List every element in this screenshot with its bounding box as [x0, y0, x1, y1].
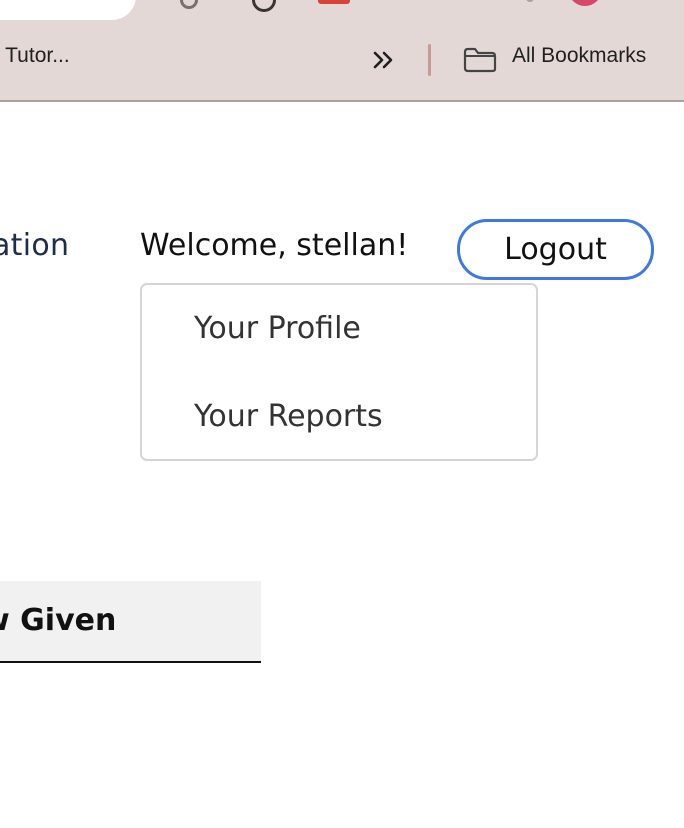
profile-avatar-icon[interactable] [568, 0, 602, 6]
extension-icon[interactable] [180, 0, 198, 9]
tab-label: w Given [0, 603, 117, 638]
tab-given[interactable]: w Given [0, 581, 261, 663]
nav-link[interactable]: ation [0, 228, 69, 263]
toolbar-divider [0, 100, 684, 102]
welcome-message[interactable]: Welcome, stellan! [140, 228, 408, 263]
menu-item-your-reports[interactable]: Your Reports [194, 399, 383, 434]
active-tab[interactable] [0, 0, 136, 20]
browser-toolbar: o Tutor... All Bookmarks [0, 0, 684, 100]
user-dropdown-menu: Your Profile Your Reports [140, 283, 538, 461]
folder-icon[interactable] [463, 47, 497, 73]
double-chevron-right-icon[interactable] [372, 50, 396, 70]
logout-button[interactable]: Logout [457, 219, 654, 280]
menu-item-your-profile[interactable]: Your Profile [194, 311, 361, 346]
bookmarks-separator [428, 44, 431, 76]
extension-icon[interactable] [526, 0, 534, 2]
extension-icon[interactable] [252, 0, 276, 12]
extension-icon[interactable] [318, 0, 350, 4]
bookmark-item[interactable]: o Tutor... [0, 44, 70, 68]
all-bookmarks-label[interactable]: All Bookmarks [512, 44, 646, 68]
